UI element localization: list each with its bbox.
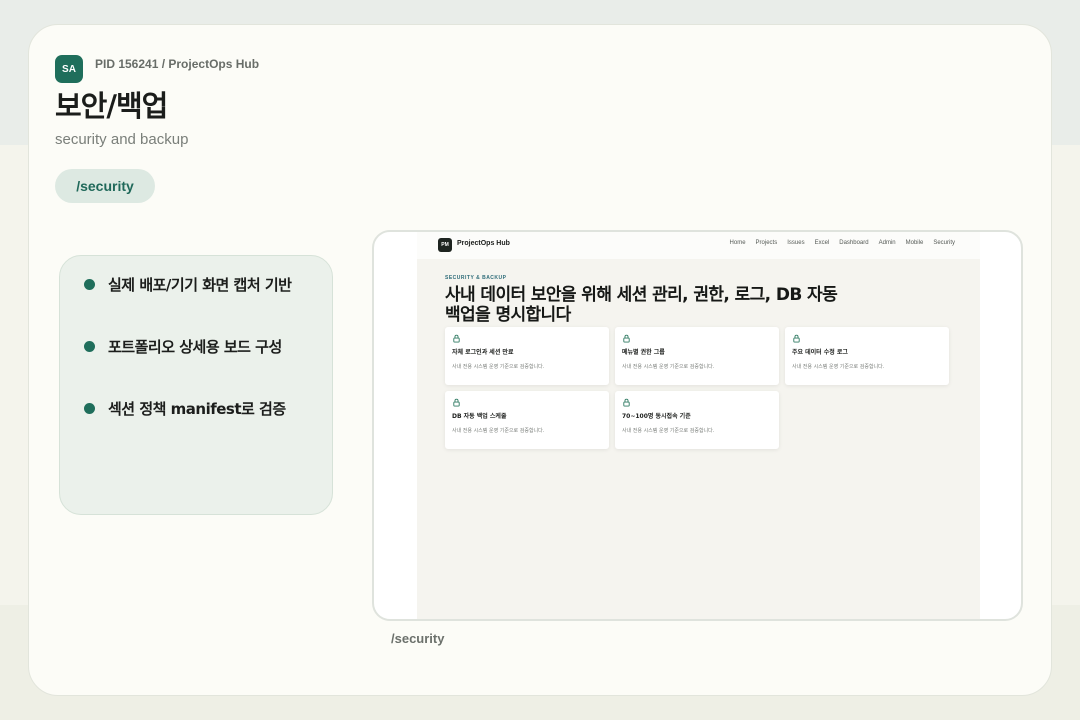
policy-card-desc: 사내 전용 시스템 운영 기준으로 검증합니다. (792, 364, 885, 370)
nav-link-projects[interactable]: Projects (756, 240, 778, 246)
lock-icon (623, 398, 630, 407)
policy-card-title: 자체 로그인과 세션 만료 (452, 349, 514, 356)
feature-text: 포트폴리오 상세용 보드 구성 (108, 338, 282, 356)
nav-link-issues[interactable]: Issues (787, 240, 804, 246)
policy-card: 70~100명 동시접속 기준 사내 전용 시스템 운영 기준으로 검증합니다. (615, 391, 779, 449)
page-title: 보안/백업 (55, 89, 168, 123)
bullet-icon (84, 403, 95, 414)
policy-card-title: 70~100명 동시접속 기준 (622, 413, 691, 420)
policy-card-title: DB 자동 백업 스케줄 (452, 413, 507, 420)
app-preview: PM ProjectOps Hub Home Projects Issues E… (417, 232, 980, 619)
app-logo: PM (438, 238, 452, 252)
nav-links: Home Projects Issues Excel Dashboard Adm… (730, 240, 955, 246)
policy-card-title: 주요 데이터 수정 로그 (792, 349, 848, 356)
hero-heading: 사내 데이터 보안을 위해 세션 관리, 권한, 로그, DB 자동 백업을 명… (445, 285, 865, 325)
nav-link-admin[interactable]: Admin (879, 240, 896, 246)
avatar: SA (55, 55, 83, 83)
nav-link-mobile[interactable]: Mobile (906, 240, 924, 246)
hero-line: 사내 데이터 보안을 위해 세션 관리, 권한, 로그, DB 자동 (445, 285, 838, 305)
nav-link-dashboard[interactable]: Dashboard (839, 240, 868, 246)
bullet-icon (84, 279, 95, 290)
nav-link-excel[interactable]: Excel (815, 240, 830, 246)
policy-card: DB 자동 백업 스케줄 사내 전용 시스템 운영 기준으로 검증합니다. (445, 391, 609, 449)
feature-item: 실제 배포/기기 화면 캡처 기반 (84, 274, 292, 295)
page-subtitle: security and backup (55, 131, 189, 148)
lock-icon (623, 334, 630, 343)
policy-card-desc: 사내 전용 시스템 운영 기준으로 검증합니다. (452, 364, 545, 370)
feature-item: 포트폴리오 상세용 보드 구성 (84, 336, 282, 357)
app-name: ProjectOps Hub (457, 240, 510, 247)
policy-card-title: 메뉴별 권한 그룹 (622, 349, 665, 356)
policy-card-desc: 사내 전용 시스템 운영 기준으로 검증합니다. (452, 428, 545, 434)
policy-card-desc: 사내 전용 시스템 운영 기준으로 검증합니다. (622, 428, 715, 434)
hero-line: 백업을 명시합니다 (445, 305, 571, 325)
detail-card: SA PID 156241 / ProjectOps Hub 보안/백업 sec… (28, 24, 1052, 696)
pid-label: PID 156241 / ProjectOps Hub (95, 57, 260, 71)
lock-icon (793, 334, 800, 343)
feature-item: 섹션 정책 manifest로 검증 (84, 398, 286, 419)
lock-icon (453, 398, 460, 407)
route-pill[interactable]: /security (55, 169, 155, 203)
section-eyebrow: SECURITY & BACKUP (445, 275, 507, 281)
feature-text: 섹션 정책 manifest로 검증 (108, 400, 286, 418)
feature-text: 실제 배포/기기 화면 캡처 기반 (108, 276, 292, 294)
feature-list: 실제 배포/기기 화면 캡처 기반 포트폴리오 상세용 보드 구성 섹션 정책 … (59, 255, 333, 515)
screenshot-preview: PM ProjectOps Hub Home Projects Issues E… (372, 230, 1023, 621)
bullet-icon (84, 341, 95, 352)
policy-card-desc: 사내 전용 시스템 운영 기준으로 검증합니다. (622, 364, 715, 370)
policy-card: 주요 데이터 수정 로그 사내 전용 시스템 운영 기준으로 검증합니다. (785, 327, 949, 385)
screenshot-caption: /security (391, 631, 445, 646)
nav-link-security[interactable]: Security (933, 240, 955, 246)
policy-card: 자체 로그인과 세션 만료 사내 전용 시스템 운영 기준으로 검증합니다. (445, 327, 609, 385)
nav-link-home[interactable]: Home (730, 240, 746, 246)
app-navbar: PM ProjectOps Hub Home Projects Issues E… (417, 232, 980, 259)
lock-icon (453, 334, 460, 343)
policy-card: 메뉴별 권한 그룹 사내 전용 시스템 운영 기준으로 검증합니다. (615, 327, 779, 385)
